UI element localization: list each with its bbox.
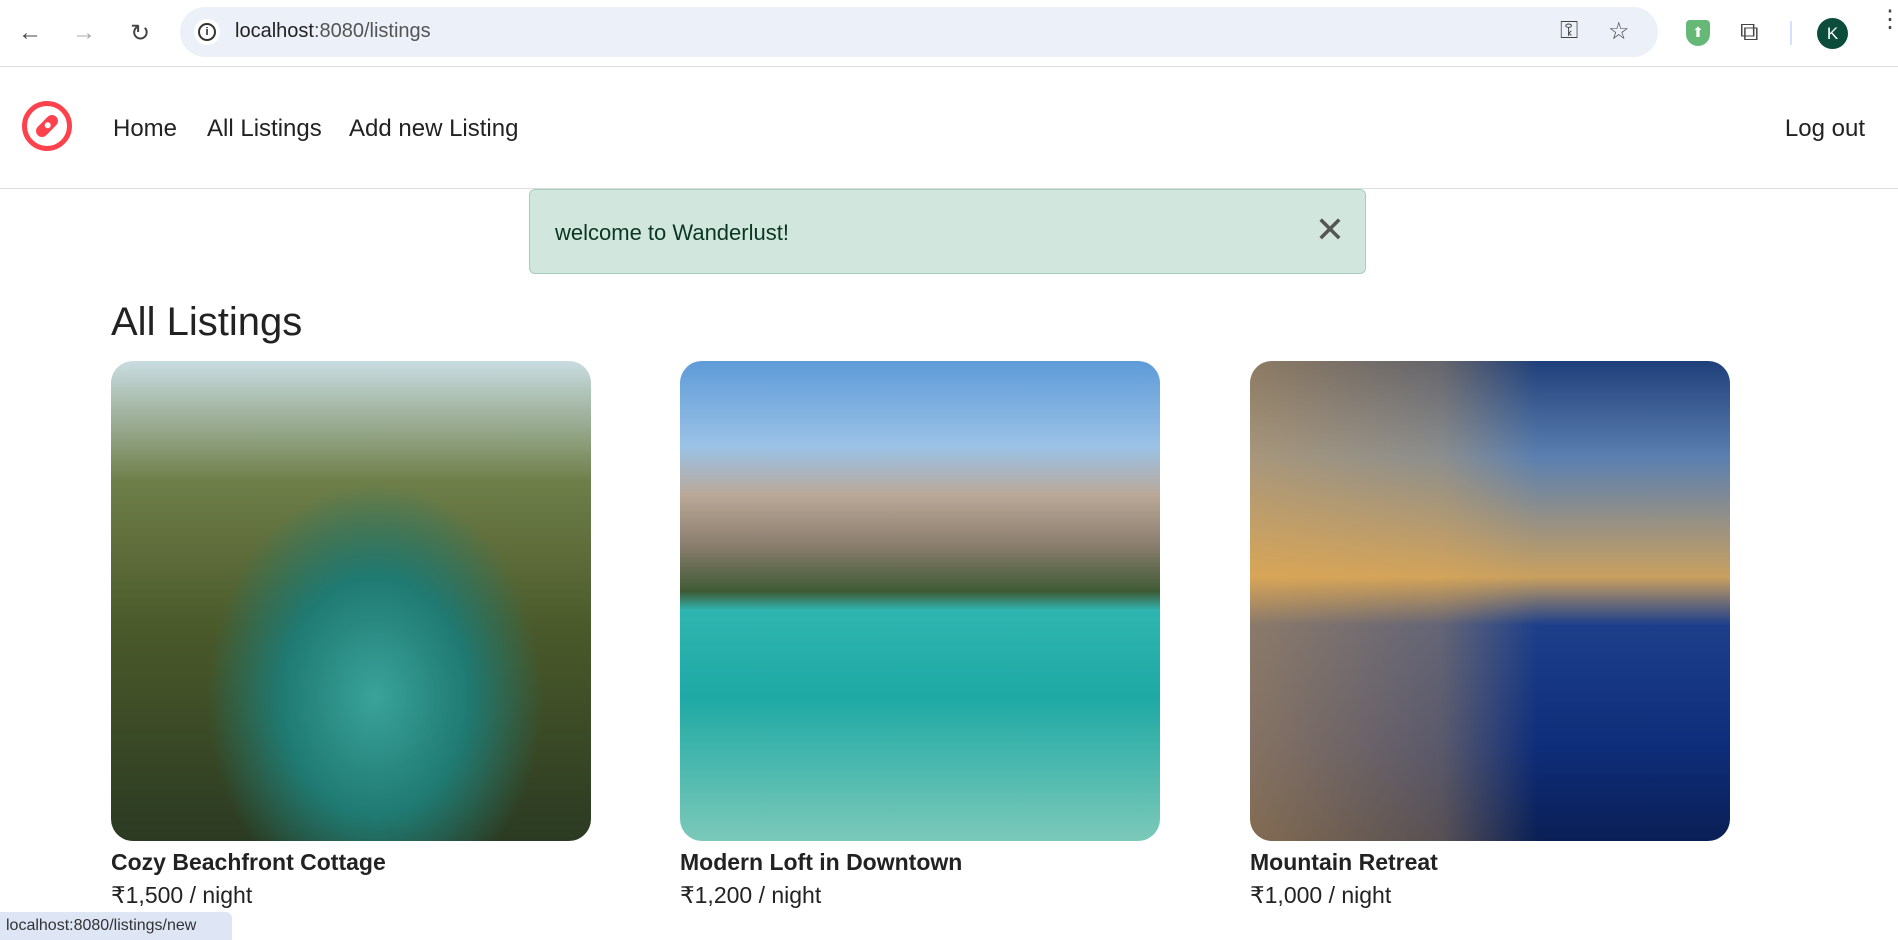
flash-alert: welcome to Wanderlust! ✕	[529, 189, 1366, 274]
key-icon[interactable]: ⚿	[1560, 17, 1578, 45]
back-icon[interactable]: ←	[14, 17, 46, 49]
url-path: :8080/listings	[313, 20, 431, 42]
url-host: localhost	[235, 20, 314, 42]
shield-extension-icon[interactable]: ⬆	[1686, 20, 1710, 46]
listing-title[interactable]: Modern Loft in Downtown	[680, 849, 1160, 876]
profile-avatar[interactable]: K	[1817, 18, 1848, 49]
reload-icon[interactable]: ↻	[124, 17, 156, 49]
status-bar-url: localhost:8080/listings/new	[0, 912, 232, 940]
forward-icon[interactable]: →	[68, 17, 100, 49]
url-text: localhost:8080/listings	[235, 20, 431, 43]
alert-message: welcome to Wanderlust!	[555, 220, 789, 245]
browser-toolbar: ← → ↻ i localhost:8080/listings ⚿ ☆ ⬆ ⧉ …	[0, 0, 1898, 67]
star-icon[interactable]: ☆	[1608, 17, 1630, 46]
compass-logo-icon[interactable]	[22, 101, 72, 151]
listing-price: ₹1,500 / night	[111, 882, 253, 908]
extensions-icon[interactable]: ⧉	[1740, 16, 1759, 48]
nav-home[interactable]: Home	[113, 115, 177, 143]
nav-logout[interactable]: Log out	[1785, 115, 1865, 143]
address-bar[interactable]: i localhost:8080/listings ⚿ ☆	[180, 7, 1658, 57]
nav-all-listings[interactable]: All Listings	[207, 115, 322, 143]
listing-card[interactable]: Cozy Beachfront Cottage ₹1,500 / night	[111, 361, 591, 909]
close-icon[interactable]: ✕	[1315, 210, 1345, 250]
listing-card[interactable]: Mountain Retreat ₹1,000 / night	[1250, 361, 1730, 909]
listing-price: ₹1,200 / night	[680, 882, 822, 908]
site-info-icon[interactable]: i	[194, 19, 220, 45]
page-title: All Listings	[111, 300, 303, 344]
listing-image[interactable]	[680, 361, 1160, 841]
listing-image[interactable]	[111, 361, 591, 841]
menu-icon[interactable]: ⋮	[1878, 8, 1898, 32]
listing-card[interactable]: Modern Loft in Downtown ₹1,200 / night	[680, 361, 1160, 909]
listing-image[interactable]	[1250, 361, 1730, 841]
listing-title[interactable]: Mountain Retreat	[1250, 849, 1730, 876]
listing-title[interactable]: Cozy Beachfront Cottage	[111, 849, 591, 876]
site-navbar: Home All Listings Add new Listing Log ou…	[0, 67, 1898, 189]
divider	[1790, 21, 1792, 45]
listing-price: ₹1,000 / night	[1250, 882, 1392, 908]
nav-add-new-listing[interactable]: Add new Listing	[349, 115, 518, 143]
